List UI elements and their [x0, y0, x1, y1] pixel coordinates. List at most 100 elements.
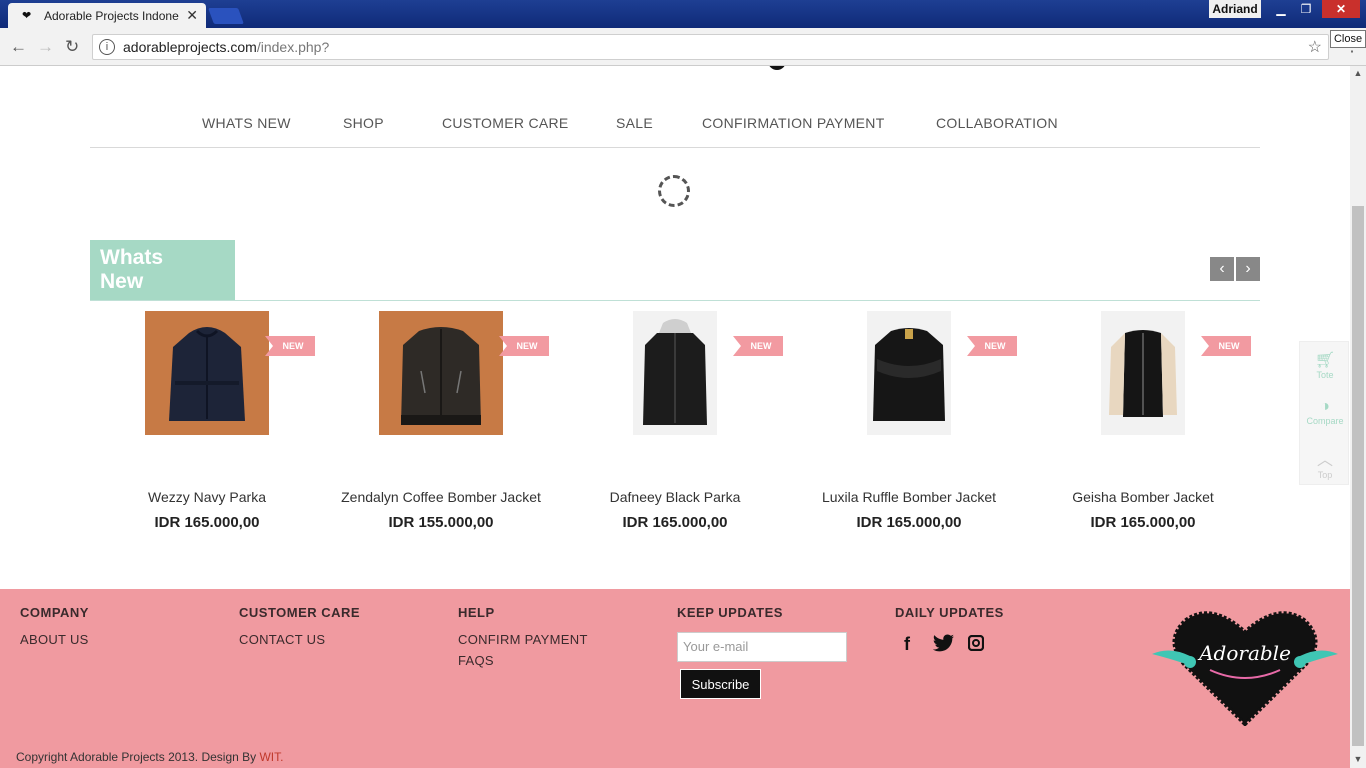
- back-arrow-icon[interactable]: ←: [10, 37, 27, 57]
- section-title-line2: New: [100, 270, 144, 293]
- carousel-prev-button[interactable]: ‹: [1210, 257, 1234, 281]
- scrollbar-thumb[interactable]: [1352, 206, 1364, 746]
- copyright-label: Copyright Adorable Projects 2013. Design…: [16, 750, 260, 764]
- heart-favicon-icon: ❤: [22, 10, 32, 22]
- confirm-payment-link[interactable]: CONFIRM PAYMENT: [458, 632, 588, 647]
- new-badge: NEW: [733, 336, 783, 356]
- chevron-up-icon: ︿: [1316, 452, 1333, 469]
- product-name[interactable]: Dafneey Black Parka: [558, 489, 792, 505]
- new-badge: NEW: [967, 336, 1017, 356]
- nav-item-whats-new[interactable]: WHATS NEW: [202, 115, 291, 131]
- page-scrollbar[interactable]: ▲ ▼: [1350, 66, 1366, 768]
- nav-item-collaboration[interactable]: COLLABORATION: [936, 115, 1058, 131]
- new-badge: NEW: [499, 336, 549, 356]
- nav-item-customer-care[interactable]: CUSTOMER CARE: [442, 115, 569, 131]
- window-close-icon[interactable]: ✕: [1322, 0, 1360, 18]
- new-badge: NEW: [265, 336, 315, 356]
- section-title-line1: Whats: [100, 246, 163, 269]
- footer-help-column: HELP CONFIRM PAYMENT FAQS: [458, 605, 588, 674]
- tab-close-icon[interactable]: ✕: [186, 7, 198, 24]
- bookmark-star-icon[interactable]: ☆: [1308, 37, 1322, 57]
- back-to-top-button[interactable]: ︿ Top: [1300, 446, 1350, 480]
- tab-title: Adorable Projects Indone: [44, 8, 179, 23]
- product-image[interactable]: [633, 311, 717, 440]
- product-image[interactable]: [1101, 311, 1185, 440]
- product-name[interactable]: Geisha Bomber Jacket: [1026, 489, 1260, 505]
- new-tab-button[interactable]: [208, 8, 244, 24]
- browser-toolbar: ← → ↻ i adorableprojects.com/index.php? …: [0, 28, 1366, 66]
- instagram-icon[interactable]: [967, 634, 985, 656]
- product-card[interactable]: NEW Geisha Bomber Jacket IDR 165.000,00: [1026, 311, 1260, 541]
- copyright-text: Copyright Adorable Projects 2013. Design…: [16, 750, 283, 764]
- logo-wordmark: Adorable: [1197, 641, 1291, 665]
- footer-heading: COMPANY: [20, 605, 89, 620]
- footer-care-column: CUSTOMER CARE CONTACT US: [239, 605, 360, 653]
- product-card[interactable]: NEW Wezzy Navy Parka IDR 165.000,00: [90, 311, 324, 541]
- forward-arrow-icon[interactable]: →: [37, 37, 54, 57]
- browser-titlebar: ❤ Adorable Projects Indone ✕ Adriand ▁ ❐…: [0, 0, 1366, 28]
- footer-heading: CUSTOMER CARE: [239, 605, 361, 620]
- scroll-up-icon[interactable]: ▲: [1350, 68, 1366, 78]
- address-bar[interactable]: i adorableprojects.com/index.php? ☆: [92, 34, 1329, 60]
- product-price: IDR 165.000,00: [1090, 514, 1196, 531]
- product-card[interactable]: NEW Luxila Ruffle Bomber Jacket IDR 165.…: [792, 311, 1026, 541]
- product-price: IDR 165.000,00: [154, 514, 260, 531]
- designer-link[interactable]: WIT.: [259, 750, 283, 764]
- scroll-down-icon[interactable]: ▼: [1350, 754, 1366, 764]
- top-label: Top: [1317, 470, 1333, 480]
- nav-item-sale[interactable]: SALE: [616, 115, 653, 131]
- compare-button[interactable]: ◑ Compare: [1300, 398, 1350, 426]
- tote-button[interactable]: 🛒︎ Tote: [1300, 350, 1350, 380]
- main-navigation: WHATS NEW SHOP CUSTOMER CARE SALE CONFIR…: [90, 106, 1260, 148]
- product-card[interactable]: NEW Zendalyn Coffee Bomber Jacket IDR 15…: [324, 311, 558, 541]
- browser-tab[interactable]: ❤ Adorable Projects Indone ✕: [8, 3, 206, 28]
- compare-icon: ◑: [1320, 398, 1330, 415]
- contact-us-link[interactable]: CONTACT US: [239, 632, 360, 647]
- product-price: IDR 165.000,00: [856, 514, 962, 531]
- footer-keep-updates-column: KEEP UPDATES: [677, 605, 783, 632]
- floating-side-widget: 🛒︎ Tote ◑ Compare ︿ Top: [1299, 341, 1349, 485]
- close-tooltip: Close: [1330, 30, 1366, 48]
- adorable-heart-logo: Adorable: [1150, 606, 1340, 727]
- product-image[interactable]: [867, 311, 951, 440]
- whats-new-section-header: Whats New ‹ ›: [90, 240, 1260, 301]
- footer-heading: HELP: [458, 605, 495, 620]
- loading-spinner-icon: [658, 175, 690, 207]
- product-name[interactable]: Luxila Ruffle Bomber Jacket: [792, 489, 1026, 505]
- carousel-next-button[interactable]: ›: [1236, 257, 1260, 281]
- section-title: Whats New: [90, 240, 235, 300]
- site-info-icon[interactable]: i: [99, 39, 115, 55]
- url-path: /index.php?: [256, 39, 330, 55]
- restore-icon[interactable]: ❐: [1294, 0, 1318, 18]
- footer-daily-updates-column: DAILY UPDATES: [895, 605, 1004, 632]
- footer-heading: DAILY UPDATES: [895, 605, 1004, 620]
- product-price: IDR 165.000,00: [622, 514, 728, 531]
- product-price: IDR 155.000,00: [388, 514, 494, 531]
- nav-item-shop[interactable]: SHOP: [343, 115, 384, 131]
- product-name[interactable]: Wezzy Navy Parka: [90, 489, 324, 505]
- site-logo-fragment: [768, 66, 786, 70]
- site-footer: COMPANY ABOUT US CUSTOMER CARE CONTACT U…: [0, 589, 1350, 768]
- product-image[interactable]: [145, 311, 269, 440]
- subscribe-button[interactable]: Subscribe: [680, 669, 761, 699]
- tote-label: Tote: [1316, 370, 1334, 380]
- compare-label: Compare: [1306, 416, 1344, 426]
- footer-heading: KEEP UPDATES: [677, 605, 783, 620]
- about-us-link[interactable]: ABOUT US: [20, 632, 89, 647]
- product-image[interactable]: [379, 311, 503, 440]
- facebook-icon[interactable]: f: [904, 634, 910, 655]
- faqs-link[interactable]: FAQS: [458, 653, 588, 668]
- reload-icon[interactable]: ↻: [65, 37, 79, 57]
- cart-icon: 🛒︎: [1314, 352, 1336, 369]
- product-name[interactable]: Zendalyn Coffee Bomber Jacket: [324, 489, 558, 505]
- footer-company-column: COMPANY ABOUT US: [20, 605, 89, 653]
- profile-user-badge[interactable]: Adriand: [1209, 0, 1261, 18]
- twitter-icon[interactable]: [932, 634, 955, 657]
- new-badge: NEW: [1201, 336, 1251, 356]
- minimize-icon[interactable]: ▁: [1270, 0, 1292, 18]
- nav-item-confirmation-payment[interactable]: CONFIRMATION PAYMENT: [702, 115, 885, 131]
- newsletter-email-input[interactable]: Your e-mail: [677, 632, 847, 662]
- url-domain: adorableprojects.com: [123, 39, 257, 55]
- product-card[interactable]: NEW Dafneey Black Parka IDR 165.000,00: [558, 311, 792, 541]
- page-content: WHATS NEW SHOP CUSTOMER CARE SALE CONFIR…: [0, 66, 1350, 768]
